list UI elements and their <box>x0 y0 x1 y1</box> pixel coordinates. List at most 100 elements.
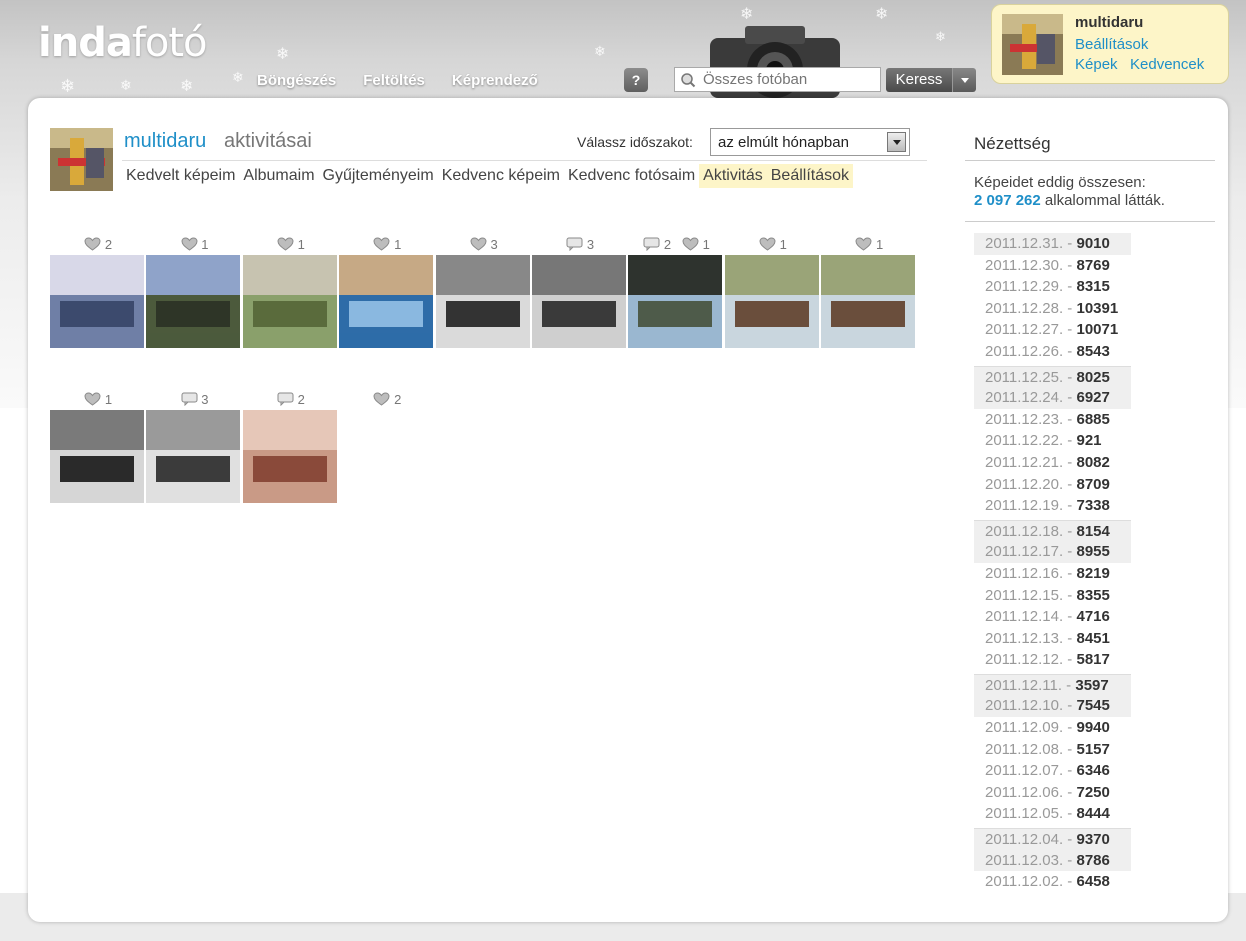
tab-activity[interactable]: Aktivitás <box>699 164 767 188</box>
day-date: 2011.12.15. <box>985 586 1064 604</box>
user-settings-link[interactable]: Beállítások <box>1075 36 1148 53</box>
tab-favorite-pictures[interactable]: Kedvenc képeim <box>438 164 564 188</box>
search-button[interactable]: Keress <box>886 68 952 92</box>
snowflake-icon: ❄ <box>60 76 76 97</box>
like-count: 2 <box>394 392 402 407</box>
photo-stats: 3 <box>532 237 628 255</box>
main-nav: Böngészés Feltöltés Képrendező <box>257 72 538 89</box>
like-count: 1 <box>779 237 787 252</box>
day-date: 2011.12.13. <box>985 629 1064 647</box>
photo-stats: 1 <box>146 237 242 255</box>
photo-row: 1 3 2 2 <box>50 392 436 503</box>
daily-views-item: 2011.12.18. - 8154 <box>974 519 1131 542</box>
tab-settings[interactable]: Beállítások <box>766 164 854 188</box>
photo-stats: 1 <box>821 237 917 255</box>
snowflake-icon: ❄ <box>935 30 946 45</box>
photo-thumbnail[interactable] <box>339 255 434 348</box>
daily-views-item: 2011.12.04. - 9370 <box>974 828 1131 850</box>
content-panel: multidaru aktivitásai Válassz időszakot:… <box>28 98 1228 922</box>
photo-stats: 3 <box>436 237 532 255</box>
daily-views-item: 2011.12.16. - 8219 <box>985 564 1110 582</box>
daily-views-item: 2011.12.28. - 10391 <box>985 299 1119 317</box>
day-date: 2011.12.14. <box>985 608 1064 626</box>
like-count: 2 <box>104 237 113 252</box>
nav-browse[interactable]: Böngészés <box>257 72 336 89</box>
search-options-dropdown[interactable] <box>952 68 976 92</box>
day-views: 5157 <box>1076 740 1110 758</box>
photo-thumbnail[interactable] <box>821 255 916 348</box>
day-date: 2011.12.06. <box>985 783 1064 801</box>
photo-item: 2 <box>242 392 339 503</box>
indafoto-logo[interactable]: indafotó <box>38 20 208 66</box>
search-field <box>674 67 881 92</box>
like-icon <box>759 237 776 251</box>
photo-thumbnail[interactable] <box>724 255 819 348</box>
like-icon <box>277 237 294 251</box>
day-date: 2011.12.23. <box>985 410 1064 428</box>
tab-favorite-photographers[interactable]: Kedvenc fotósaim <box>564 164 699 188</box>
photo-thumbnail[interactable] <box>146 410 241 503</box>
daily-views-item: 2011.12.06. - 7250 <box>985 783 1110 801</box>
tab-albums[interactable]: Albumaim <box>239 164 318 188</box>
daily-views-item: 2011.12.27. - 10071 <box>985 321 1119 339</box>
day-date: 2011.12.21. <box>985 453 1064 471</box>
day-views: 6346 <box>1076 762 1110 780</box>
tab-collections[interactable]: Gyűjteményeim <box>319 164 438 188</box>
profile-name[interactable]: multidaru <box>124 130 206 153</box>
logo-part-inda: inda <box>38 20 133 66</box>
daily-views-item: 2011.12.20. - 8709 <box>985 475 1110 493</box>
daily-views-item: 2011.12.30. - 8769 <box>985 256 1110 274</box>
day-views: 9010 <box>1076 235 1110 252</box>
divider <box>122 160 927 161</box>
help-button[interactable]: ? <box>624 68 648 92</box>
views-title: Nézettség <box>974 134 1051 153</box>
tab-liked-pictures[interactable]: Kedvelt képeim <box>122 164 239 188</box>
photo-thumbnail[interactable] <box>242 255 337 348</box>
photo-stats: 1 <box>243 237 339 255</box>
daily-views-item: 2011.12.23. - 6885 <box>985 410 1110 428</box>
photo-item: 2 1 <box>628 237 724 348</box>
photo-stats: 2 1 <box>628 237 724 255</box>
nav-upload[interactable]: Feltöltés <box>363 72 425 89</box>
day-views: 9940 <box>1076 719 1110 737</box>
photo-thumbnail[interactable] <box>435 255 530 348</box>
search-input[interactable] <box>703 70 878 89</box>
snowflake-icon: ❄ <box>276 44 290 63</box>
user-avatar[interactable] <box>1002 14 1063 75</box>
photo-stats: 2 <box>243 392 339 410</box>
like-count: 1 <box>297 237 305 252</box>
photo-thumbnail[interactable] <box>531 255 626 348</box>
day-views: 921 <box>1076 432 1102 450</box>
day-date: 2011.12.08. <box>985 740 1064 758</box>
like-count: 1 <box>394 237 402 252</box>
photo-thumbnail[interactable] <box>628 255 723 348</box>
profile-avatar[interactable] <box>50 128 113 191</box>
photo-item: 1 <box>339 237 435 348</box>
daily-views-item: 2011.12.25. - 8025 <box>974 365 1131 388</box>
nav-organizer[interactable]: Képrendező <box>452 72 538 89</box>
photo-item: 1 <box>724 237 821 348</box>
day-date: 2011.12.05. <box>985 805 1064 823</box>
user-favorites-link[interactable]: Kedvencek <box>1130 56 1204 73</box>
period-select[interactable]: az elmúlt hónapban <box>710 128 910 156</box>
daily-views-item: 2011.12.02. - 6458 <box>985 873 1110 891</box>
photo-item: 1 <box>146 237 242 348</box>
like-icon <box>373 392 390 406</box>
photo-thumbnail[interactable] <box>242 410 337 503</box>
like-icon <box>470 237 487 251</box>
day-views: 8769 <box>1076 256 1110 274</box>
like-icon <box>682 237 699 251</box>
user-name: multidaru <box>1075 14 1144 31</box>
photo-thumbnail[interactable] <box>146 255 241 348</box>
day-views: 6458 <box>1076 873 1110 891</box>
photo-thumbnail[interactable] <box>50 410 144 503</box>
day-views: 8543 <box>1076 342 1110 360</box>
day-views: 8219 <box>1076 564 1110 582</box>
photo-stats: 2 <box>50 237 146 255</box>
day-date: 2011.12.25. <box>985 368 1064 386</box>
photo-thumbnail[interactable] <box>50 255 144 348</box>
user-pictures-link[interactable]: Képek <box>1075 56 1118 73</box>
daily-views-item: 2011.12.12. - 5817 <box>985 651 1110 669</box>
views-description: Képeidet eddig összesen: 2 097 262 alkal… <box>974 174 1165 210</box>
snowflake-icon: ❄ <box>594 44 606 60</box>
